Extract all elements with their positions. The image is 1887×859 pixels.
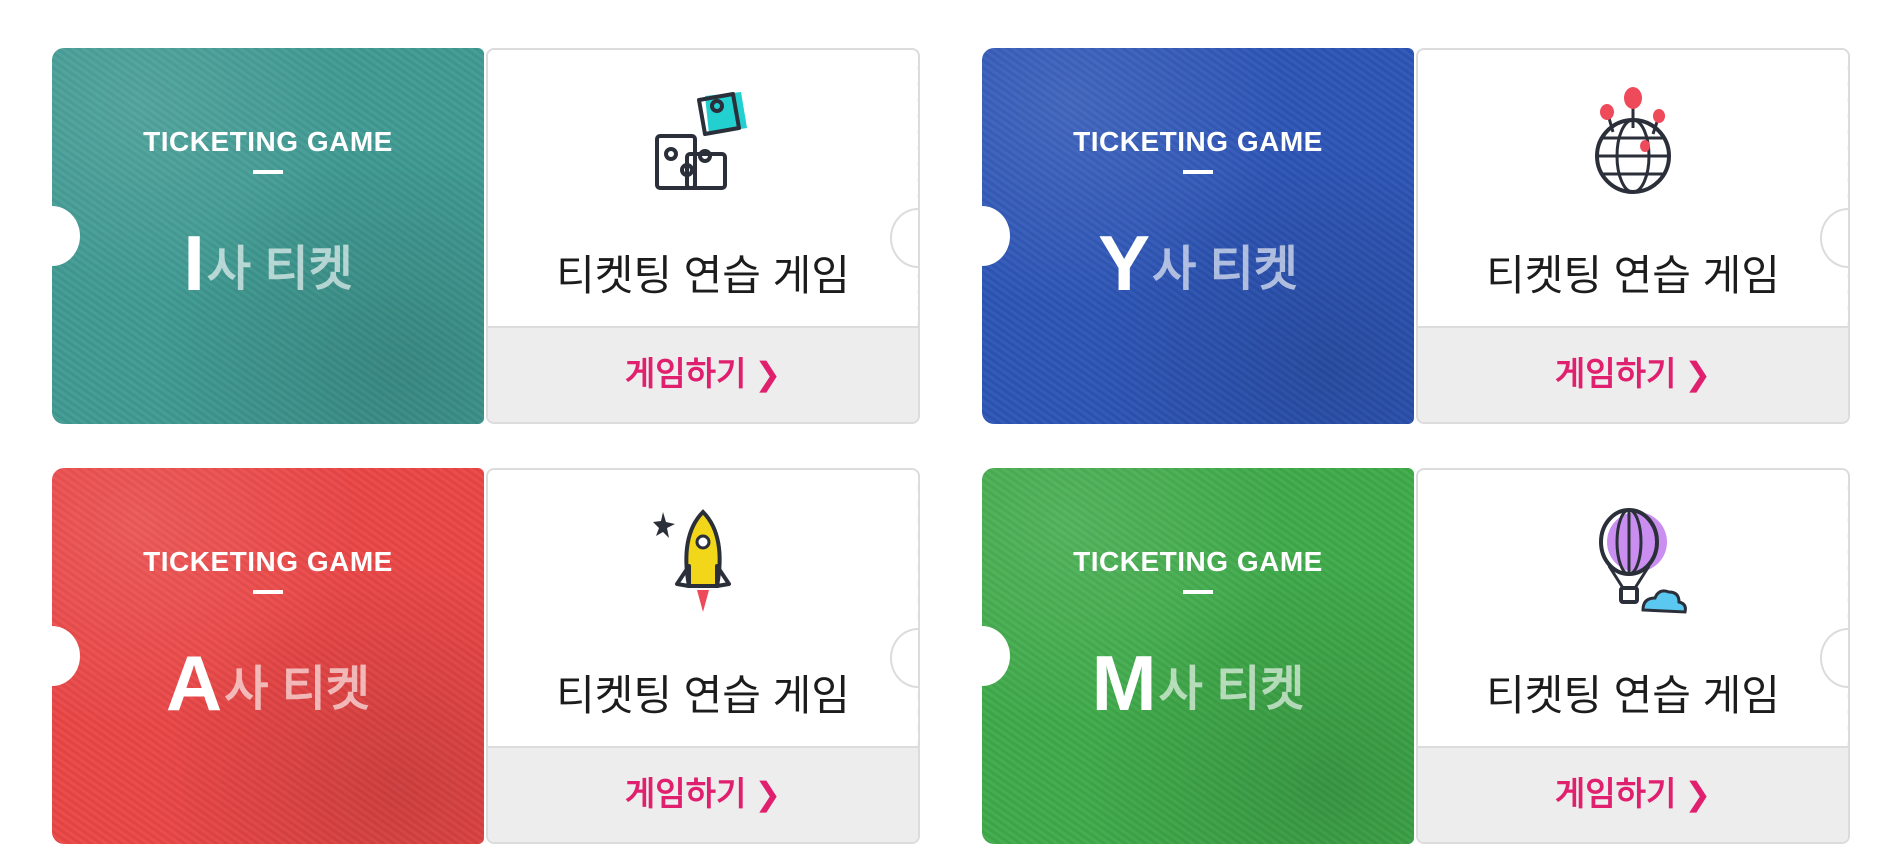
brand-name: Y사 티켓 xyxy=(982,218,1414,309)
divider xyxy=(1183,590,1213,594)
ticket-stub: TICKETING GAME I사 티켓 xyxy=(52,48,484,424)
game-title: 티켓팅 연습 게임 xyxy=(556,252,850,299)
brand-suffix: 사 티켓 xyxy=(206,242,353,296)
divider xyxy=(253,590,283,594)
brand-suffix: 사 티켓 xyxy=(1152,242,1298,296)
ticket-label: TICKETING GAME xyxy=(1073,546,1323,577)
ticket-stub: TICKETING GAME A사 티켓 xyxy=(52,468,484,844)
ticket-card-m: TICKETING GAME M사 티켓 티켓팅 연습 게임 게임하기 ❯ xyxy=(982,468,1852,844)
ticket-card-a: TICKETING GAME A사 티켓 티켓팅 연습 게임 게임하기 ❯ xyxy=(52,468,922,844)
rocket-icon xyxy=(653,509,731,612)
ticket-label: TICKETING GAME xyxy=(143,546,393,577)
chevron-right-icon: ❯ xyxy=(754,776,782,812)
brand-name: I사 티켓 xyxy=(52,218,484,309)
brand-letter: Y xyxy=(1098,219,1151,307)
ticket-body: 티켓팅 연습 게임 게임하기 ❯ xyxy=(486,48,920,424)
brand-letter: M xyxy=(1091,639,1157,727)
chevron-right-icon: ❯ xyxy=(1684,356,1712,392)
brand-suffix: 사 티켓 xyxy=(224,662,371,716)
play-game-label: 게임하기 xyxy=(1554,775,1677,812)
game-title: 티켓팅 연습 게임 xyxy=(1486,672,1780,719)
game-title: 티켓팅 연습 게임 xyxy=(1486,252,1780,299)
play-game-button[interactable]: 게임하기 ❯ xyxy=(488,746,918,842)
play-game-label: 게임하기 xyxy=(624,355,747,392)
brand-name: A사 티켓 xyxy=(52,638,484,729)
brand-suffix: 사 티켓 xyxy=(1158,662,1305,716)
puzzle-icon xyxy=(655,92,747,190)
ticket-label: TICKETING GAME xyxy=(143,126,393,157)
play-game-label: 게임하기 xyxy=(1554,355,1677,392)
ticket-label: TICKETING GAME xyxy=(1073,126,1323,157)
play-game-button[interactable]: 게임하기 ❯ xyxy=(488,326,918,422)
ticket-stub: TICKETING GAME Y사 티켓 xyxy=(982,48,1414,424)
brand-letter: A xyxy=(165,639,223,727)
game-title: 티켓팅 연습 게임 xyxy=(556,672,850,719)
ticket-body: 티켓팅 연습 게임 게임하기 ❯ xyxy=(486,468,920,844)
divider xyxy=(1183,170,1213,174)
play-game-button[interactable]: 게임하기 ❯ xyxy=(1418,326,1848,422)
chevron-right-icon: ❯ xyxy=(1684,776,1712,812)
brand-letter: I xyxy=(183,219,205,307)
play-game-label: 게임하기 xyxy=(624,775,747,812)
brand-name: M사 티켓 xyxy=(982,638,1414,729)
globe-balloons-icon xyxy=(1595,87,1671,194)
ticket-body: 티켓팅 연습 게임 게임하기 ❯ xyxy=(1416,468,1850,844)
play-game-button[interactable]: 게임하기 ❯ xyxy=(1418,746,1848,842)
ticket-stub: TICKETING GAME M사 티켓 xyxy=(982,468,1414,844)
ticket-card-y: TICKETING GAME Y사 티켓 티켓팅 연습 게임 게임하기 ❯ xyxy=(982,48,1852,424)
ticket-card-i: TICKETING GAME I사 티켓 티켓팅 연습 게임 게임하기 ❯ xyxy=(52,48,922,424)
ticket-body: 티켓팅 연습 게임 게임하기 ❯ xyxy=(1416,48,1850,424)
chevron-right-icon: ❯ xyxy=(754,356,782,392)
divider xyxy=(253,170,283,174)
hot-air-balloon-icon xyxy=(1599,508,1687,614)
